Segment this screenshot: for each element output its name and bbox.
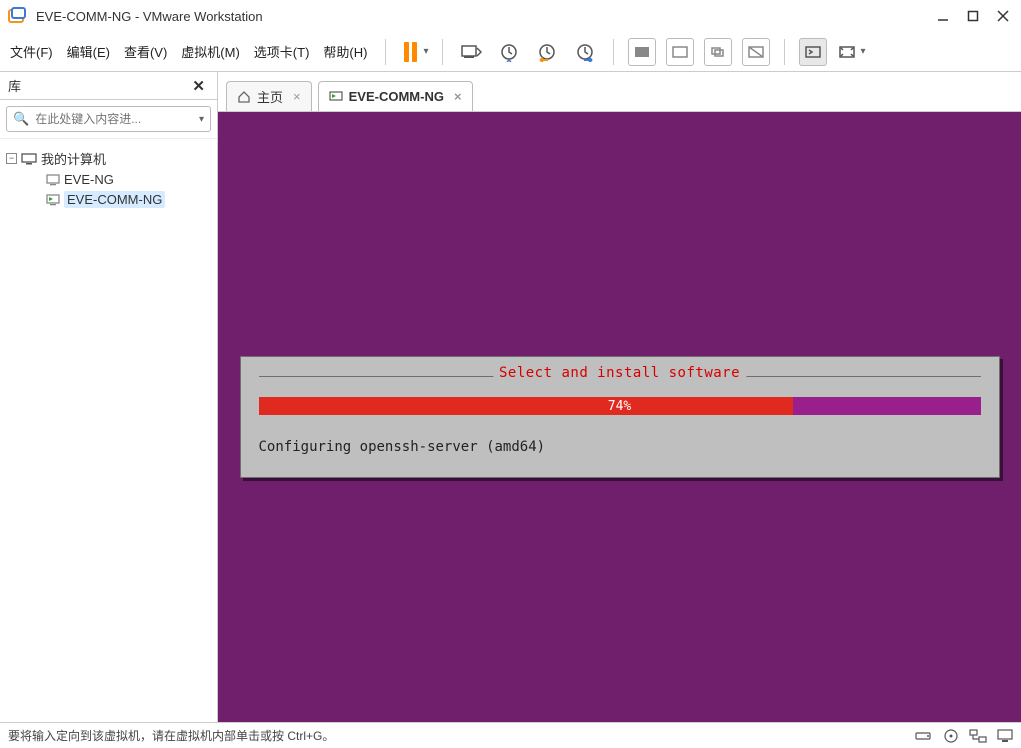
library-sidebar: 库 ✕ 🔍 ▾ − 我的计算机 EVE-NG [0, 72, 218, 722]
revert-snapshot-button[interactable] [533, 38, 561, 66]
maximize-button[interactable] [967, 10, 979, 22]
sidebar-search-input[interactable] [35, 112, 193, 126]
computer-icon [21, 153, 37, 165]
app-icon [8, 7, 26, 25]
library-tree: − 我的计算机 EVE-NG EVE-COMM-NG [0, 139, 217, 218]
chevron-down-icon[interactable]: ▾ [199, 114, 204, 125]
view-fullscreen-button[interactable] [704, 38, 732, 66]
tree-item-label: EVE-NG [64, 172, 114, 187]
chevron-down-icon: ▾ [423, 46, 428, 57]
titlebar: EVE-COMM-NG - VMware Workstation [0, 0, 1021, 32]
tab-vm[interactable]: EVE-COMM-NG × [318, 81, 473, 111]
window-title: EVE-COMM-NG - VMware Workstation [36, 9, 263, 24]
separator [613, 39, 614, 65]
tree-root-label: 我的计算机 [41, 149, 106, 168]
tree-item-label: EVE-COMM-NG [64, 191, 165, 208]
status-hint: 要将输入定向到该虚拟机，请在虚拟机内部单击或按 Ctrl+G。 [8, 727, 334, 744]
close-button[interactable] [997, 10, 1009, 22]
installer-status-text: Configuring openssh-server (amd64) [259, 439, 981, 455]
cd-status-icon[interactable] [943, 728, 959, 744]
installer-progress-bar: 74% [259, 397, 981, 415]
vm-icon [46, 174, 60, 186]
installer-section-title: Select and install software [493, 365, 746, 381]
separator [784, 39, 785, 65]
chevron-down-icon: ▾ [860, 46, 865, 57]
tree-root-my-computer[interactable]: − 我的计算机 [6, 147, 211, 170]
view-unity-button[interactable] [742, 38, 770, 66]
snapshot-manager-button[interactable] [571, 38, 599, 66]
menu-vm[interactable]: 虚拟机(M) [181, 42, 240, 61]
tabs-row: 主页 × EVE-COMM-NG × [218, 72, 1021, 112]
network-status-icon[interactable] [969, 729, 987, 743]
minimize-button[interactable] [937, 10, 949, 22]
view-single-button[interactable] [628, 38, 656, 66]
tab-vm-label: EVE-COMM-NG [349, 89, 444, 104]
menu-file[interactable]: 文件(F) [10, 42, 53, 61]
display-status-icon[interactable] [997, 729, 1013, 743]
tab-close-button[interactable]: × [454, 89, 462, 104]
toolbar: ▾ [404, 38, 865, 66]
vm-running-icon [46, 194, 60, 206]
tree-item-eve-ng[interactable]: EVE-NG [6, 170, 211, 189]
sidebar-close-button[interactable]: ✕ [188, 77, 209, 95]
sidebar-title: 库 [8, 76, 21, 95]
collapse-icon[interactable]: − [6, 153, 17, 164]
home-icon [237, 90, 251, 104]
separator [442, 39, 443, 65]
tab-home-label: 主页 [257, 87, 283, 106]
console-view-button[interactable] [799, 38, 827, 66]
pause-vm-button[interactable]: ▾ [404, 42, 428, 62]
status-bar: 要将输入定向到该虚拟机，请在虚拟机内部单击或按 Ctrl+G。 [0, 722, 1021, 748]
vm-console[interactable]: Select and install software 74% Configur… [218, 112, 1021, 722]
menubar: 文件(F) 编辑(E) 查看(V) 虚拟机(M) 选项卡(T) 帮助(H) ▾ [0, 32, 1021, 72]
vm-running-icon [329, 91, 343, 103]
stretch-guest-button[interactable]: ▾ [837, 38, 865, 66]
send-ctrl-alt-del-button[interactable] [457, 38, 485, 66]
tree-item-eve-comm-ng[interactable]: EVE-COMM-NG [6, 189, 211, 210]
menu-edit[interactable]: 编辑(E) [67, 42, 110, 61]
installer-dialog: Select and install software 74% Configur… [240, 356, 1000, 478]
disk-status-icon[interactable] [915, 729, 933, 743]
tab-close-button[interactable]: × [293, 89, 301, 104]
snapshot-button[interactable] [495, 38, 523, 66]
sidebar-search[interactable]: 🔍 ▾ [6, 106, 211, 132]
menu-view[interactable]: 查看(V) [124, 42, 167, 61]
view-multi-button[interactable] [666, 38, 694, 66]
installer-progress-text: 74% [259, 397, 981, 415]
tab-home[interactable]: 主页 × [226, 81, 312, 111]
menu-help[interactable]: 帮助(H) [323, 42, 367, 61]
menu-tabs[interactable]: 选项卡(T) [254, 42, 310, 61]
search-icon: 🔍 [13, 111, 29, 127]
separator [385, 39, 386, 65]
